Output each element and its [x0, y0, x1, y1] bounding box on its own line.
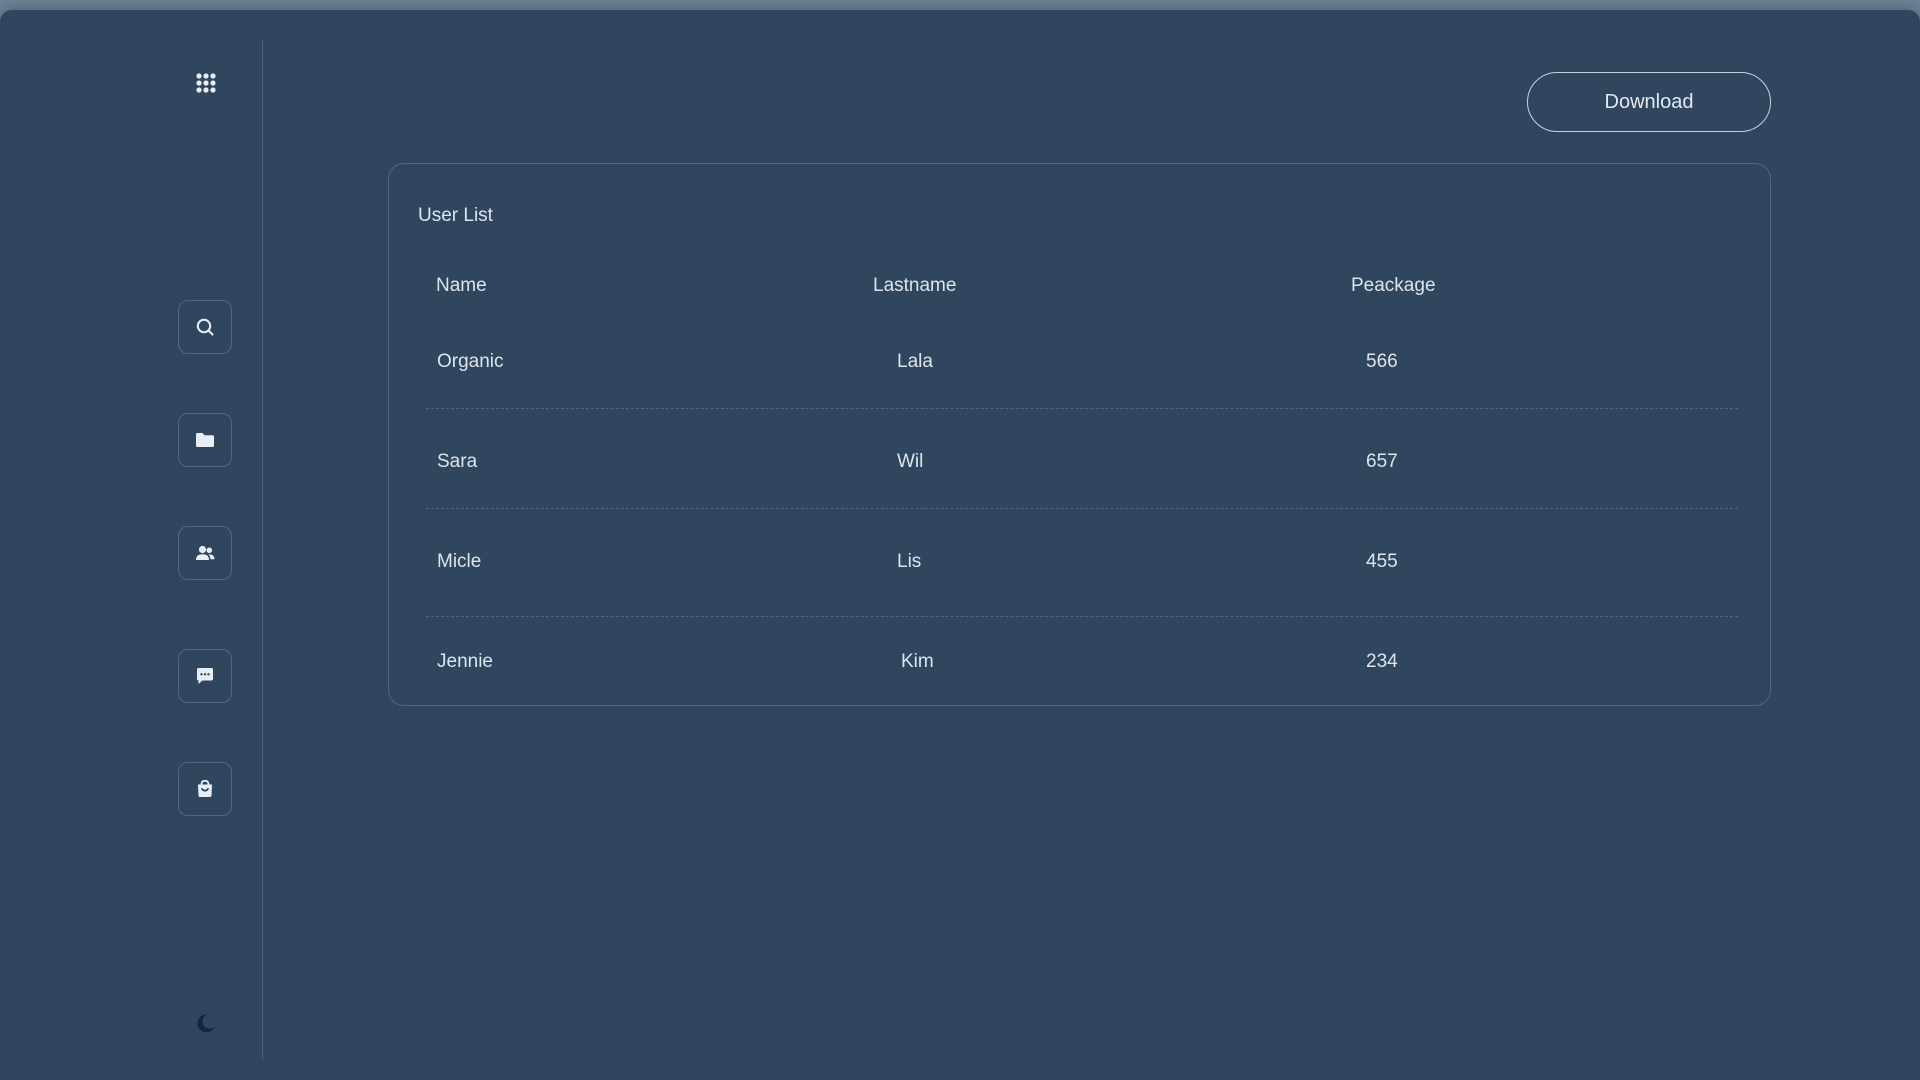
- row-divider: [426, 408, 1738, 409]
- sidebar-item-search[interactable]: [178, 300, 232, 354]
- table-row[interactable]: Sara Wil 657: [389, 442, 1770, 482]
- sidebar: [0, 10, 263, 1080]
- search-icon: [196, 318, 214, 336]
- cell-name: Jennie: [437, 651, 493, 672]
- cell-package: 455: [1366, 551, 1398, 572]
- table-row[interactable]: Micle Lis 455: [389, 542, 1770, 582]
- cell-name: Sara: [437, 451, 478, 472]
- card-title: User List: [418, 205, 493, 226]
- cell-package: 657: [1366, 451, 1398, 472]
- shopping-bag-icon: [198, 779, 212, 797]
- sidebar-divider: [262, 40, 263, 1060]
- column-header-package: Peackage: [1351, 275, 1436, 296]
- cell-package: 234: [1366, 651, 1398, 672]
- cell-lastname: Lala: [897, 351, 933, 372]
- cell-name: Organic: [437, 351, 504, 372]
- sidebar-item-shop[interactable]: [178, 762, 232, 816]
- sidebar-item-messages[interactable]: [178, 649, 232, 703]
- cell-lastname: Kim: [901, 651, 934, 672]
- column-header-name: Name: [436, 275, 487, 296]
- row-divider: [426, 508, 1738, 509]
- cell-name: Micle: [437, 551, 482, 572]
- cell-package: 566: [1366, 351, 1398, 372]
- apps-grid-icon[interactable]: [195, 72, 217, 94]
- users-icon: [196, 545, 215, 560]
- dark-mode-toggle-icon[interactable]: [195, 1012, 217, 1034]
- sidebar-item-files[interactable]: [178, 413, 232, 467]
- cell-lastname: Wil: [897, 451, 924, 472]
- download-button[interactable]: Download: [1527, 72, 1771, 132]
- chat-icon: [197, 668, 213, 684]
- user-list-card: User List Name Lastname Peackage Organic…: [388, 163, 1771, 706]
- cell-lastname: Lis: [897, 551, 922, 572]
- sidebar-item-users[interactable]: [178, 526, 232, 580]
- table-row[interactable]: Organic Lala 566: [389, 342, 1770, 382]
- folder-icon: [196, 433, 214, 447]
- table-row[interactable]: Jennie Kim 234: [389, 642, 1770, 682]
- column-header-lastname: Lastname: [873, 275, 957, 296]
- row-divider: [426, 616, 1738, 617]
- app-window: Download User List Name Lastname Peackag…: [0, 10, 1920, 1080]
